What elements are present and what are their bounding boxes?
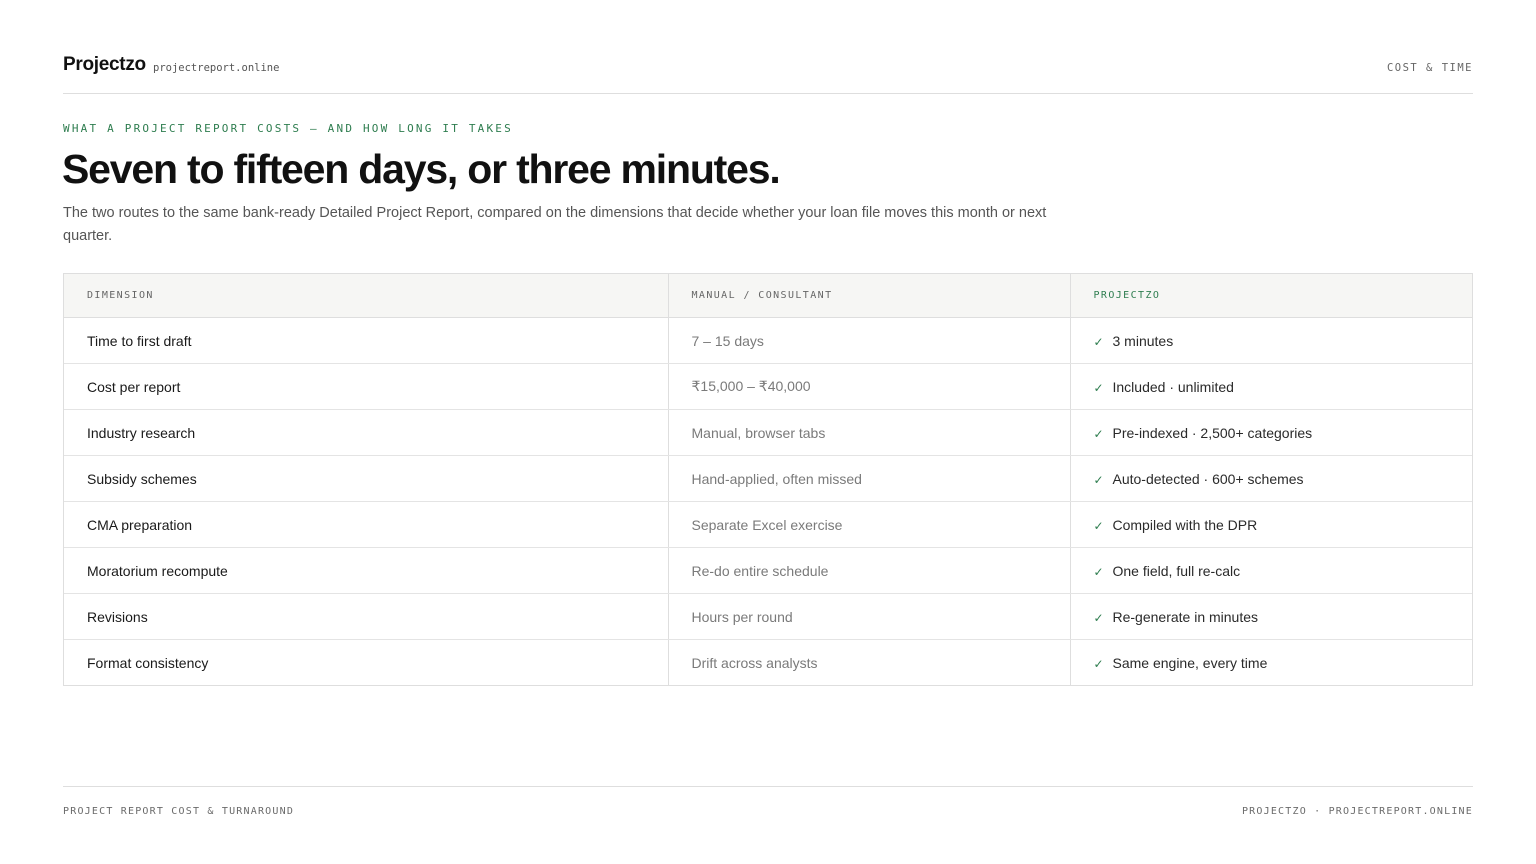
column-header-manual: MANUAL / CONSULTANT: [667, 274, 1070, 318]
manual-cell: Hours per round: [667, 593, 1070, 640]
check-icon: ✓: [1093, 472, 1104, 487]
projectzo-value: 3 minutes: [1112, 332, 1174, 349]
lede-paragraph: The two routes to the same bank-ready De…: [63, 205, 1047, 244]
column-header-projectzo: PROJECTZO: [1069, 274, 1472, 318]
brand-domain[interactable]: projectreport.online: [153, 62, 279, 74]
projectzo-value: Same engine, every time: [1112, 654, 1268, 671]
table-row: Cost per report ₹15,000 – ₹40,000 ✓ Inclu…: [64, 363, 1472, 410]
manual-cell: Separate Excel exercise: [667, 501, 1070, 548]
column-header-dimension: DIMENSION: [64, 274, 668, 318]
projectzo-value: Compiled with the DPR: [1112, 516, 1258, 533]
footer-divider: [63, 786, 1473, 787]
section-tag: COST & TIME: [1386, 62, 1473, 74]
check-icon: ✓: [1093, 426, 1104, 441]
eyebrow-label: WHAT A PROJECT REPORT COSTS — AND HOW LO…: [63, 122, 513, 135]
dimension-cell: Moratorium recompute: [64, 547, 668, 594]
projectzo-value: Auto-detected · 600+ schemes: [1112, 470, 1304, 487]
page-title: Seven to fifteen days, or three minutes.: [62, 146, 781, 192]
check-icon: ✓: [1093, 518, 1104, 533]
projectzo-value: Re-generate in minutes: [1112, 608, 1259, 625]
projectzo-value: One field, full re-calc: [1112, 562, 1241, 579]
projectzo-cell: ✓ Auto-detected · 600+ schemes: [1069, 455, 1472, 502]
check-icon: ✓: [1093, 334, 1104, 349]
manual-cell: Manual, browser tabs: [667, 409, 1070, 456]
table-row: Time to first draft 7 – 15 days ✓ 3 minut…: [64, 317, 1472, 364]
header-divider: [63, 93, 1473, 94]
footer-brand: PROJECTZO · PROJECTREPORT.ONLINE: [1241, 806, 1473, 817]
manual-cell: Drift across analysts: [667, 639, 1070, 685]
dimension-cell: Industry research: [64, 409, 668, 456]
projectzo-cell: ✓ Re-generate in minutes: [1069, 593, 1472, 640]
check-icon: ✓: [1093, 610, 1104, 625]
table-row: Revisions Hours per round ✓ Re-generate i…: [64, 593, 1472, 640]
manual-cell: ₹15,000 – ₹40,000: [667, 363, 1070, 410]
manual-cell: Re-do entire schedule: [667, 547, 1070, 594]
table-row: Subsidy schemes Hand-applied, often miss…: [64, 455, 1472, 502]
projectzo-value: Included · unlimited: [1112, 378, 1234, 395]
dimension-cell: Cost per report: [64, 363, 668, 410]
dimension-cell: Revisions: [64, 593, 668, 640]
dimension-cell: Time to first draft: [64, 317, 668, 364]
table-row: Format consistency Drift across analysts…: [64, 639, 1472, 685]
projectzo-cell: ✓ Compiled with the DPR: [1069, 501, 1472, 548]
projectzo-cell: ✓ Pre-indexed · 2,500+ categories: [1069, 409, 1472, 456]
dimension-cell: CMA preparation: [64, 501, 668, 548]
manual-cell: 7 – 15 days: [667, 317, 1070, 364]
table-row: Industry research Manual, browser tabs ✓…: [64, 409, 1472, 456]
dimension-cell: Format consistency: [87, 654, 209, 671]
footer-title: PROJECT REPORT COST & TURNAROUND: [63, 806, 295, 817]
page-header: Projectzo projectreport.online COST & TI…: [63, 54, 1473, 82]
check-icon: ✓: [1093, 656, 1104, 671]
table-header-row: DIMENSION MANUAL / CONSULTANT PROJECTZO: [64, 274, 1472, 318]
dimension-cell: Subsidy schemes: [64, 455, 668, 502]
table-row: Moratorium recompute Re-do entire schedu…: [64, 547, 1472, 594]
brand-logo[interactable]: Projectzo: [63, 54, 146, 76]
projectzo-cell: ✓ 3 minutes: [1069, 317, 1472, 364]
projectzo-cell: ✓ Included · unlimited: [1069, 363, 1472, 410]
check-icon: ✓: [1093, 564, 1104, 579]
projectzo-cell: ✓ Same engine, every time: [1069, 639, 1472, 685]
comparison-table: DIMENSION MANUAL / CONSULTANT PROJECTZO …: [63, 273, 1473, 686]
manual-cell: Hand-applied, often missed: [667, 455, 1070, 502]
projectzo-value: Pre-indexed · 2,500+ categories: [1112, 424, 1313, 441]
table-row: CMA preparation Separate Excel exercise …: [64, 501, 1472, 548]
check-icon: ✓: [1093, 380, 1104, 395]
projectzo-cell: ✓ One field, full re-calc: [1069, 547, 1472, 594]
